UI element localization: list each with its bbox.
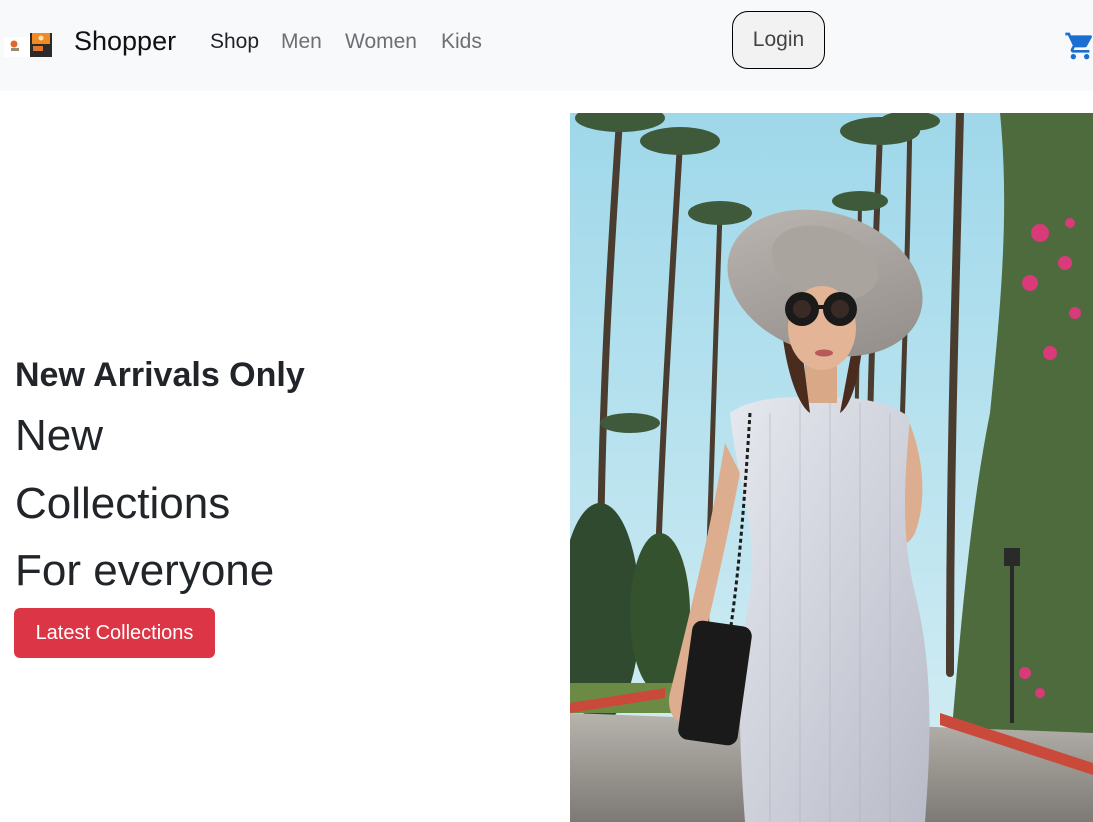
hero-headline-line-2: Collections xyxy=(15,479,231,528)
latest-collections-button[interactable]: Latest Collections xyxy=(14,608,215,658)
hero-photo xyxy=(570,113,1093,822)
hero-headline-line-1: New xyxy=(15,411,104,460)
cart-icon[interactable] xyxy=(1064,30,1093,62)
brand-logo-icon[interactable] xyxy=(4,31,54,59)
nav-link-shop[interactable]: Shop xyxy=(210,28,259,56)
hero-subtitle: New Arrivals Only xyxy=(15,356,305,394)
nav-link-men[interactable]: Men xyxy=(281,28,322,56)
hero-headline-line-3: For everyone xyxy=(15,546,275,595)
login-button[interactable]: Login xyxy=(732,11,825,69)
brand-name[interactable]: Shopper xyxy=(74,24,176,58)
nav-link-women[interactable]: Women xyxy=(345,28,417,56)
navbar: Shopper Shop Men Women Kids Login xyxy=(0,0,1093,91)
nav-link-kids[interactable]: Kids xyxy=(441,28,482,56)
hero-image xyxy=(570,113,1093,822)
